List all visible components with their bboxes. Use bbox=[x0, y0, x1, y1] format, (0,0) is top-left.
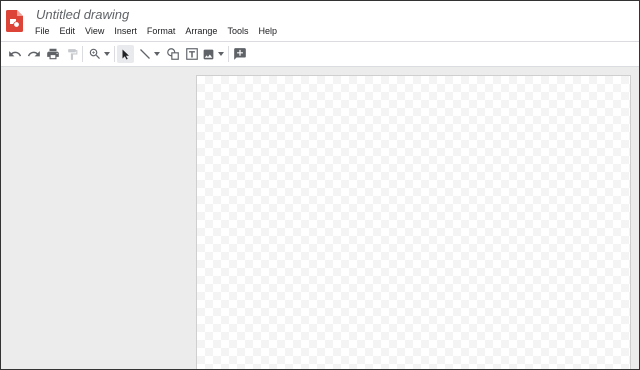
menu-edit[interactable]: Edit bbox=[55, 25, 81, 37]
print-icon bbox=[47, 48, 59, 60]
redo-button[interactable] bbox=[25, 45, 43, 63]
app-window: Untitled drawing File Edit View Insert F… bbox=[0, 0, 640, 370]
menu-insert[interactable]: Insert bbox=[109, 25, 142, 37]
undo-icon bbox=[9, 51, 22, 57]
toolbar-separator bbox=[228, 46, 229, 62]
toolbar bbox=[1, 41, 639, 67]
insert-image-button[interactable] bbox=[201, 45, 225, 63]
menu-help[interactable]: Help bbox=[253, 25, 282, 37]
shape-icon bbox=[166, 48, 179, 60]
toolbar-separator bbox=[114, 46, 115, 62]
header: Untitled drawing File Edit View Insert F… bbox=[1, 1, 639, 41]
image-icon bbox=[203, 49, 214, 59]
menu-file[interactable]: File bbox=[30, 25, 55, 37]
toolbar-separator bbox=[82, 46, 83, 62]
chevron-down-icon bbox=[104, 52, 110, 56]
text-box-icon bbox=[185, 48, 198, 60]
menu-view[interactable]: View bbox=[80, 25, 109, 37]
chevron-down-icon bbox=[153, 52, 160, 56]
paint-format-button[interactable] bbox=[63, 45, 81, 63]
menu-tools[interactable]: Tools bbox=[222, 25, 253, 37]
add-comment-icon bbox=[233, 48, 246, 60]
print-button[interactable] bbox=[44, 45, 62, 63]
zoom-icon bbox=[89, 48, 100, 59]
chevron-down-icon bbox=[218, 52, 224, 56]
zoom-button[interactable] bbox=[86, 45, 112, 63]
add-comment-button[interactable] bbox=[231, 45, 248, 63]
menu-bar: File Edit View Insert Format Arrange Too… bbox=[30, 25, 282, 37]
undo-button[interactable] bbox=[6, 45, 24, 63]
select-icon bbox=[122, 49, 129, 59]
document-title[interactable]: Untitled drawing bbox=[36, 7, 129, 22]
workspace bbox=[1, 67, 639, 369]
text-box-tool-button[interactable] bbox=[183, 45, 200, 63]
menu-arrange[interactable]: Arrange bbox=[180, 25, 222, 37]
shape-tool-button[interactable] bbox=[164, 45, 181, 63]
line-tool-button[interactable] bbox=[137, 45, 161, 63]
redo-icon bbox=[27, 51, 40, 57]
paint-format-icon bbox=[67, 48, 77, 60]
line-icon bbox=[139, 49, 150, 59]
menu-format[interactable]: Format bbox=[142, 25, 181, 37]
drawing-canvas[interactable] bbox=[196, 75, 631, 369]
select-tool-button[interactable] bbox=[117, 45, 134, 63]
google-drawings-icon[interactable] bbox=[6, 10, 23, 32]
